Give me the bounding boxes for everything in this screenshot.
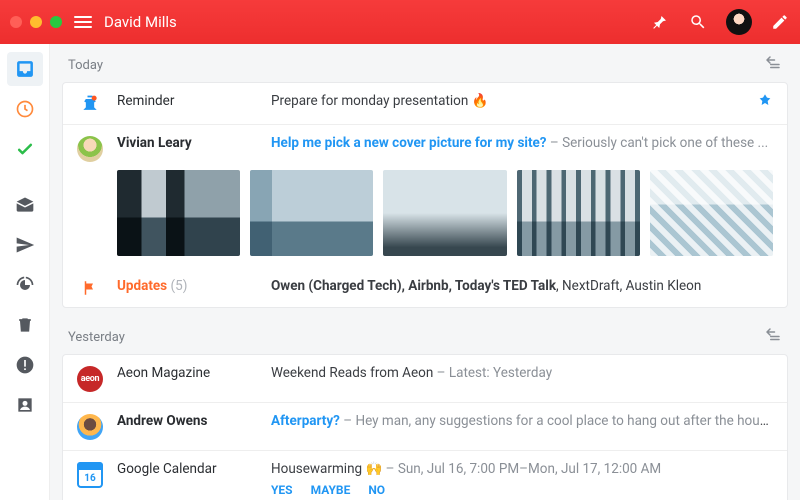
message-content: Weekend Reads from Aeon – Latest: Yester… bbox=[271, 365, 773, 381]
bundle-row-updates[interactable]: Updates (5) Owen (Charged Tech), Airbnb,… bbox=[63, 268, 787, 307]
window-controls bbox=[10, 16, 62, 28]
message-content: Afterparty? – Hey man, any suggestions f… bbox=[271, 413, 773, 429]
attachment-thumb[interactable] bbox=[250, 170, 373, 256]
reminder-sender: Reminder bbox=[117, 93, 257, 109]
sidebar-trash[interactable] bbox=[7, 308, 43, 342]
sidebar-inbox[interactable] bbox=[7, 52, 43, 86]
compose-icon[interactable] bbox=[770, 12, 790, 32]
reminder-icon bbox=[77, 93, 103, 114]
avatar bbox=[77, 413, 103, 440]
section-header-today: Today bbox=[50, 44, 800, 82]
bundle-senders: Owen (Charged Tech), Airbnb, Today's TED… bbox=[271, 278, 773, 294]
sweep-icon[interactable] bbox=[764, 326, 782, 348]
sidebar bbox=[0, 44, 50, 500]
message-list: Today Reminder Prepare for monday presen… bbox=[50, 44, 800, 500]
minimize-window-button[interactable] bbox=[30, 16, 42, 28]
sender-name: Vivian Leary bbox=[117, 135, 257, 151]
menu-button[interactable] bbox=[74, 16, 92, 28]
pin-icon[interactable] bbox=[757, 93, 773, 113]
message-content: Housewarming 🙌 – Sun, Jul 16, 7:00 PM–Mo… bbox=[271, 461, 773, 497]
message-content: Help me pick a new cover picture for my … bbox=[271, 135, 773, 151]
message-preview: – Seriously can't pick one of these ... bbox=[547, 135, 769, 151]
yesterday-card: aeon Aeon Magazine Weekend Reads from Ae… bbox=[62, 354, 788, 500]
sidebar-contacts[interactable] bbox=[7, 388, 43, 422]
reminder-text: Prepare for monday presentation 🔥 bbox=[271, 93, 743, 109]
rsvp-yes[interactable]: YES bbox=[271, 483, 293, 497]
today-card: Reminder Prepare for monday presentation… bbox=[62, 82, 788, 308]
sender-name: Aeon Magazine bbox=[117, 365, 257, 381]
maximize-window-button[interactable] bbox=[50, 16, 62, 28]
rsvp-maybe[interactable]: MAYBE bbox=[311, 483, 351, 497]
flag-icon bbox=[77, 278, 103, 297]
rsvp-no[interactable]: NO bbox=[368, 483, 385, 497]
titlebar: David Mills bbox=[0, 0, 800, 44]
close-window-button[interactable] bbox=[10, 16, 22, 28]
attachment-thumb[interactable] bbox=[517, 170, 640, 256]
rsvp-actions: YES MAYBE NO bbox=[271, 483, 773, 497]
sidebar-spam[interactable] bbox=[7, 348, 43, 382]
attachment-thumb[interactable] bbox=[383, 170, 506, 256]
bundle-name: Updates (5) bbox=[117, 278, 257, 294]
pin-icon[interactable] bbox=[650, 12, 670, 32]
calendar-icon: 16 bbox=[77, 461, 103, 488]
sidebar-reminders[interactable] bbox=[7, 268, 43, 302]
search-icon[interactable] bbox=[688, 12, 708, 32]
message-row-gcal[interactable]: 16 Google Calendar Housewarming 🙌 – Sun,… bbox=[63, 450, 787, 500]
sender-name: Andrew Owens bbox=[117, 413, 257, 429]
sweep-icon[interactable] bbox=[764, 54, 782, 76]
sidebar-done[interactable] bbox=[7, 132, 43, 166]
attachment-thumb[interactable] bbox=[117, 170, 240, 256]
message-row-vivian[interactable]: Vivian Leary Help me pick a new cover pi… bbox=[63, 124, 787, 170]
section-label: Today bbox=[68, 58, 103, 73]
section-header-yesterday: Yesterday bbox=[50, 316, 800, 354]
sidebar-snoozed[interactable] bbox=[7, 92, 43, 126]
message-row-andrew[interactable]: Andrew Owens Afterparty? – Hey man, any … bbox=[63, 402, 787, 450]
section-label: Yesterday bbox=[68, 330, 125, 345]
avatar bbox=[77, 135, 103, 162]
account-name: David Mills bbox=[104, 13, 177, 31]
reminder-row[interactable]: Reminder Prepare for monday presentation… bbox=[63, 83, 787, 124]
message-subject: Help me pick a new cover picture for my … bbox=[271, 135, 547, 151]
avatar: aeon bbox=[77, 365, 103, 392]
attachment-thumbnails bbox=[63, 170, 787, 268]
sender-name: Google Calendar bbox=[117, 461, 257, 477]
profile-avatar[interactable] bbox=[726, 9, 752, 35]
message-row-aeon[interactable]: aeon Aeon Magazine Weekend Reads from Ae… bbox=[63, 355, 787, 402]
sidebar-sent[interactable] bbox=[7, 228, 43, 262]
sidebar-drafts[interactable] bbox=[7, 188, 43, 222]
attachment-thumb[interactable] bbox=[650, 170, 773, 256]
